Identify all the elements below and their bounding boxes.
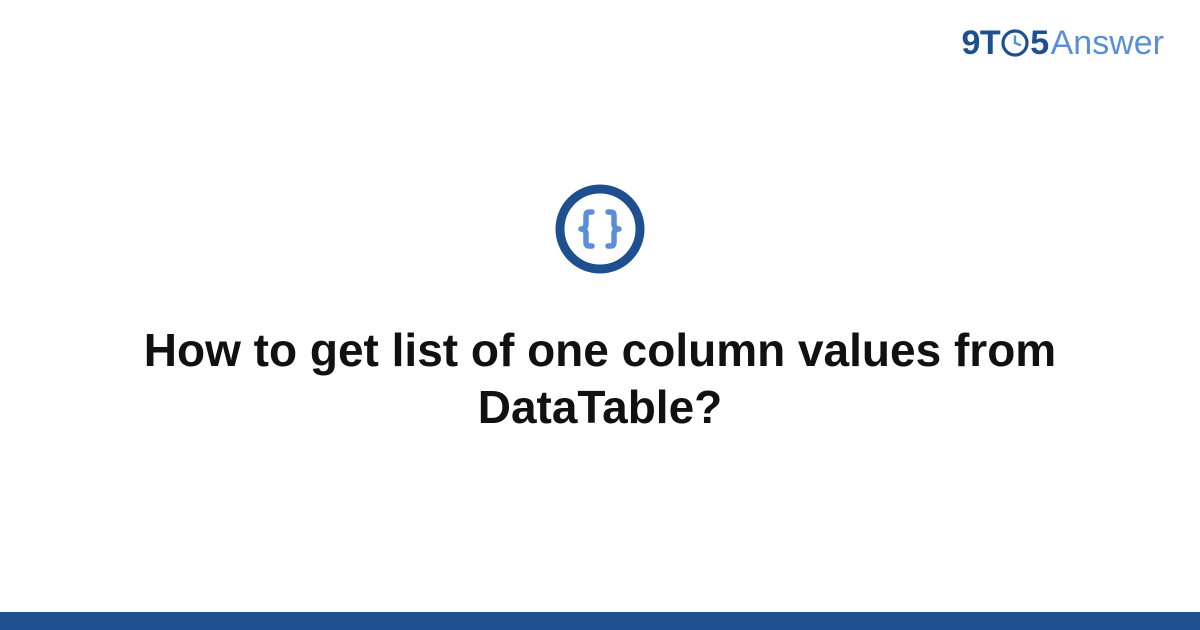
- brand-clock-icon: [1001, 29, 1029, 57]
- brand-part-5: 5: [1030, 24, 1048, 63]
- main-content: How to get list of one column values fro…: [0, 0, 1200, 630]
- question-title: How to get list of one column values fro…: [140, 322, 1060, 437]
- brand-part-answer: Answer: [1051, 24, 1164, 63]
- code-braces-icon: [555, 184, 645, 274]
- brand-part-9t: 9T: [962, 24, 1001, 63]
- page-container: 9T 5 Answer How to get list of one colum…: [0, 0, 1200, 630]
- brand-logo[interactable]: 9T 5 Answer: [962, 24, 1164, 63]
- footer-accent-bar: [0, 612, 1200, 630]
